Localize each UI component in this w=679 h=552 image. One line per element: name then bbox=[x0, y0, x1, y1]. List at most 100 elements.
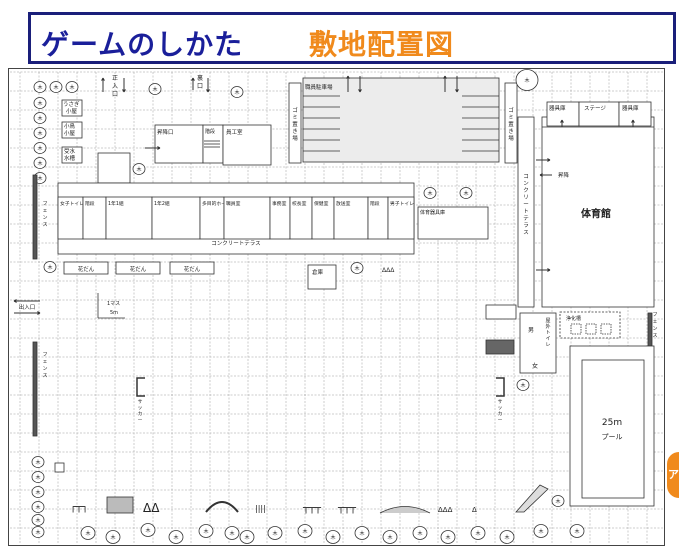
filtration-box bbox=[600, 323, 612, 335]
vertical-label-char: 口 bbox=[112, 91, 118, 98]
soccer-goal-left-icon bbox=[136, 377, 145, 397]
tree-label: 木 bbox=[69, 84, 74, 91]
vertical-label-char: ラ bbox=[523, 222, 529, 229]
map-shapes: 木木木木木木木木木木 木正入口裏口うさぎ小屋小鳥小屋受水水槽職員駐車場ゴミ置き場ゴ… bbox=[13, 69, 658, 544]
tree-label: 木 bbox=[330, 534, 335, 541]
vertical-label-char: フ bbox=[42, 352, 47, 358]
climbing-icon: ΔΔΔ bbox=[382, 267, 395, 274]
tree-label: 木 bbox=[37, 115, 42, 122]
tree-label: 木 bbox=[37, 160, 42, 167]
tree-label: 木 bbox=[35, 459, 40, 466]
bars-icon: |||| bbox=[255, 504, 266, 513]
bird-hut-label: 小屋 bbox=[64, 129, 76, 137]
vertical-label-char: ス bbox=[42, 373, 47, 379]
side-tab-label: ア bbox=[668, 468, 679, 481]
tree-label: 木 bbox=[53, 84, 58, 91]
vertical-label-char: ミ bbox=[508, 115, 514, 121]
vertical-label-char: 裏 bbox=[197, 74, 203, 82]
boys-toilet-label: 男子トイレ bbox=[390, 200, 414, 207]
fence-left-top-label: フェンス bbox=[42, 201, 47, 228]
tree-label: 木 bbox=[520, 382, 525, 389]
tree-label: 木 bbox=[35, 474, 40, 481]
vertical-label-char: 置 bbox=[292, 121, 298, 128]
vertical-label-char: 入 bbox=[112, 83, 118, 90]
tree-label: 木 bbox=[37, 175, 42, 182]
entrance-hall-label: 昇降口 bbox=[157, 128, 174, 136]
stairs-block bbox=[97, 152, 131, 184]
pool-label: 25m bbox=[602, 418, 622, 428]
tree-label: 木 bbox=[272, 530, 277, 537]
vertical-label-char: ー bbox=[523, 202, 529, 208]
stairs3-label: 階段 bbox=[370, 200, 380, 207]
vertical-label-char: サ bbox=[498, 399, 503, 405]
tree-label: 木 bbox=[354, 265, 359, 272]
tree-label: 木 bbox=[136, 166, 141, 173]
broadcast-label: 放送室 bbox=[336, 200, 351, 207]
rabbit-hut-label: 小屋 bbox=[66, 107, 78, 115]
vertical-label-char: ー bbox=[498, 418, 503, 423]
vertical-label-char: ス bbox=[42, 222, 47, 228]
vertical-label-char: レ bbox=[545, 342, 550, 348]
tree-label: 木 bbox=[302, 528, 307, 535]
vertical-label-char: 外 bbox=[545, 323, 550, 330]
tree-label: 木 bbox=[35, 489, 40, 496]
tree-label: 木 bbox=[35, 529, 40, 536]
vertical-label-char: ス bbox=[523, 229, 529, 236]
tree-label: 木 bbox=[555, 498, 560, 505]
filtration-box bbox=[585, 323, 597, 335]
toilet-male-label: 男 bbox=[528, 327, 534, 334]
vertical-label-char: き bbox=[508, 128, 514, 135]
vertical-label-char: ミ bbox=[292, 115, 298, 121]
gym-terrace-label: コンクリートテラス bbox=[523, 173, 529, 236]
soccer-left-label: サッカー bbox=[138, 399, 143, 423]
soccer-goal-right-icon bbox=[496, 377, 505, 397]
side-tab[interactable]: ア bbox=[667, 452, 679, 498]
staff-room-label: 職員室 bbox=[226, 200, 241, 207]
tree-label: 木 bbox=[445, 534, 450, 541]
vertical-label-char: ー bbox=[138, 418, 143, 423]
vertical-label-char: ン bbox=[42, 215, 47, 221]
pool bbox=[581, 359, 645, 499]
vertical-label-char: サ bbox=[138, 399, 143, 405]
tree-label: 木 bbox=[387, 534, 392, 541]
tree-label: 木 bbox=[417, 530, 422, 537]
mound-icon bbox=[379, 506, 431, 514]
equipment-room-label: 器具庫 bbox=[549, 104, 566, 112]
site-map: 木木木木木木木木木木 木正入口裏口うさぎ小屋小鳥小屋受水水槽職員駐車場ゴミ置き場ゴ… bbox=[10, 69, 664, 544]
scale-unit-label: 5m bbox=[110, 310, 118, 316]
shelf2-label: 階段 bbox=[85, 200, 95, 207]
main-gate-label: 正入口 bbox=[112, 75, 118, 98]
tree-label: 木 bbox=[145, 527, 150, 534]
vertical-label-char: ク bbox=[523, 187, 529, 194]
vertical-label-char: ェ bbox=[652, 319, 657, 325]
tree-label: 木 bbox=[229, 530, 234, 537]
vertical-label-char: ト bbox=[523, 209, 529, 215]
bird-hut-label: 小鳥 bbox=[64, 122, 76, 130]
swing-icon: ┌┬┐ bbox=[70, 502, 88, 513]
scale-label: 1マス bbox=[107, 301, 120, 307]
vertical-label-char: 口 bbox=[197, 83, 203, 90]
arch-ladder-icon bbox=[205, 501, 239, 513]
tree-label: 木 bbox=[35, 517, 40, 524]
tree-label: 木 bbox=[203, 528, 208, 535]
tree-label: 木 bbox=[37, 84, 42, 91]
tree-label: 木 bbox=[173, 534, 178, 541]
flowerbed-2-label: 花だん bbox=[130, 265, 147, 273]
pool-sub-label: プール bbox=[602, 433, 623, 441]
climbing-icon: Δ bbox=[472, 506, 477, 514]
storage-label: 倉庫 bbox=[312, 268, 324, 276]
fence-left-bottom bbox=[32, 341, 38, 437]
tree-label: 木 bbox=[244, 534, 249, 541]
tree-label: 木 bbox=[234, 89, 239, 96]
tree-label: 木 bbox=[37, 130, 42, 137]
vertical-label-char: ン bbox=[42, 366, 47, 372]
vertical-label-char: コ bbox=[523, 173, 529, 180]
filtration-box bbox=[570, 323, 582, 335]
rabbit-hut-label: うさぎ bbox=[63, 100, 80, 108]
class-1-1-label: 1年1組 bbox=[108, 200, 124, 207]
vertical-label-char: ッ bbox=[138, 406, 143, 411]
horizontal-bar-icon: ┬┬┬ bbox=[302, 503, 322, 514]
tree-label: 木 bbox=[85, 530, 90, 537]
tree-label: 木 bbox=[504, 534, 509, 541]
tree-label: 木 bbox=[152, 86, 157, 93]
